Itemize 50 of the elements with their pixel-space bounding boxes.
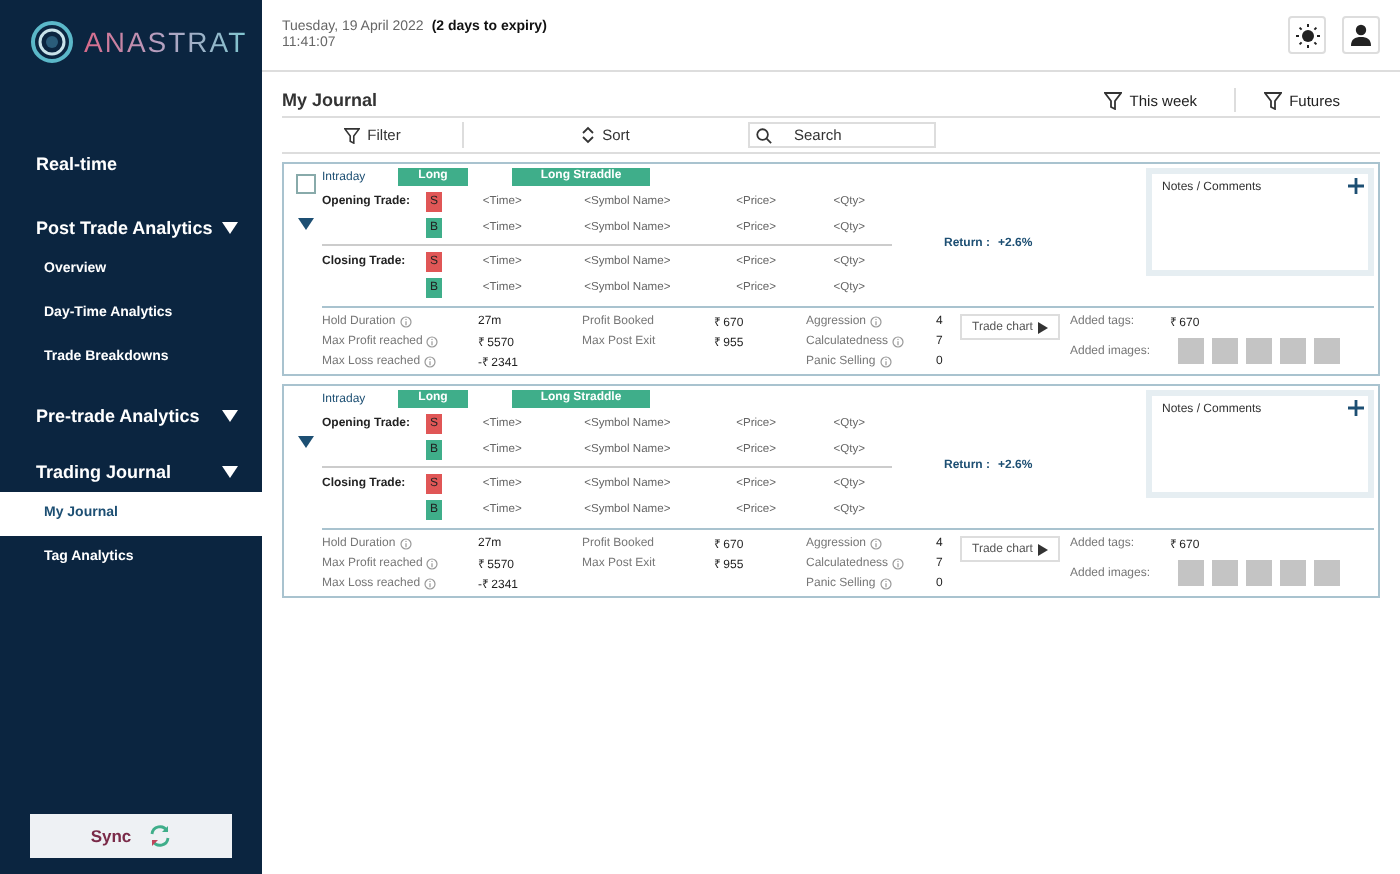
theme-button[interactable] bbox=[1288, 16, 1326, 54]
profile-button[interactable] bbox=[1342, 16, 1380, 54]
info-icon bbox=[892, 558, 905, 570]
play-icon bbox=[1038, 543, 1049, 555]
info-icon bbox=[426, 336, 439, 348]
caret-icon bbox=[222, 222, 238, 234]
image-placeholder[interactable] bbox=[1246, 338, 1272, 364]
filter-icon bbox=[1103, 91, 1122, 109]
logo-icon bbox=[30, 20, 74, 64]
caret-icon bbox=[222, 466, 238, 478]
info-icon bbox=[399, 538, 412, 550]
sync-button[interactable]: Sync bbox=[30, 814, 232, 858]
play-icon bbox=[1038, 321, 1049, 333]
image-placeholder[interactable] bbox=[1178, 560, 1204, 586]
info-icon bbox=[424, 356, 437, 368]
info-icon bbox=[879, 578, 892, 590]
caret-icon[interactable] bbox=[297, 218, 313, 230]
image-placeholder[interactable] bbox=[1314, 338, 1340, 364]
page-title: My Journal bbox=[282, 90, 378, 110]
sun-icon bbox=[1295, 23, 1319, 47]
image-placeholder[interactable] bbox=[1280, 338, 1306, 364]
brand-name: ANASTRAT bbox=[84, 26, 248, 58]
image-placeholder[interactable] bbox=[1246, 560, 1272, 586]
plus-icon[interactable] bbox=[1348, 178, 1364, 194]
image-placeholder[interactable] bbox=[1212, 560, 1238, 586]
sort-icon bbox=[582, 126, 595, 144]
checkbox[interactable] bbox=[295, 174, 315, 194]
image-placeholder[interactable] bbox=[1212, 338, 1238, 364]
caret-icon[interactable] bbox=[297, 436, 313, 448]
info-icon bbox=[892, 336, 905, 348]
info-icon bbox=[426, 558, 439, 570]
filter-icon bbox=[343, 127, 360, 143]
info-icon bbox=[399, 316, 412, 328]
refresh-icon bbox=[147, 824, 172, 848]
caret-icon bbox=[222, 410, 238, 422]
user-icon bbox=[1350, 24, 1372, 46]
filter-icon bbox=[1263, 91, 1282, 109]
sidebar-section[interactable]: Post Trade Analytics bbox=[0, 208, 262, 248]
image-placeholder[interactable] bbox=[1178, 338, 1204, 364]
image-placeholder[interactable] bbox=[1314, 560, 1340, 586]
sidebar-section[interactable]: Real-time bbox=[0, 144, 262, 184]
sidebar-section[interactable]: Pre-trade Analytics bbox=[0, 396, 262, 436]
info-icon bbox=[870, 316, 883, 328]
search-icon bbox=[756, 128, 772, 144]
info-icon bbox=[424, 578, 437, 590]
plus-icon[interactable] bbox=[1348, 400, 1364, 416]
info-icon bbox=[870, 538, 883, 550]
sidebar-section[interactable]: Trading Journal bbox=[0, 452, 262, 492]
info-icon bbox=[879, 356, 892, 368]
image-placeholder[interactable] bbox=[1280, 560, 1306, 586]
